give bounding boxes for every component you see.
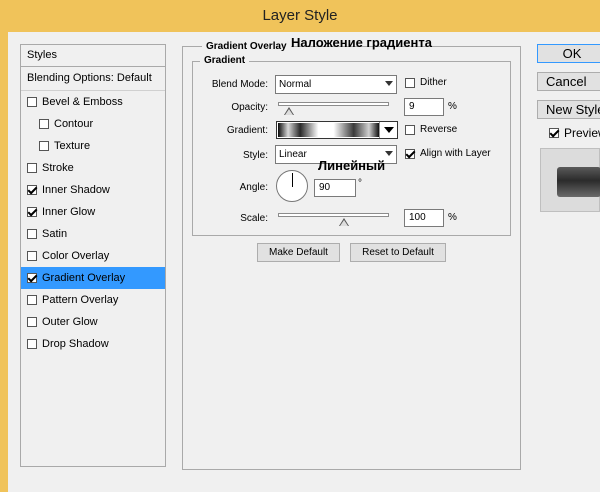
dither-label: Dither <box>420 77 447 88</box>
opacity-percent: % <box>448 101 457 112</box>
style-item-checkbox[interactable] <box>27 251 37 261</box>
scale-slider-thumb[interactable] <box>339 218 350 227</box>
style-item-checkbox[interactable] <box>27 339 37 349</box>
style-item-checkbox[interactable] <box>27 295 37 305</box>
style-item-label: Bevel & Emboss <box>42 96 123 108</box>
preview-checkbox[interactable]: Preview <box>549 126 600 140</box>
gradient-subgroup-title: Gradient <box>200 55 250 66</box>
new-style-button[interactable]: New Style <box>537 100 600 119</box>
annotation-gradient-overlay-ru: Наложение градиента <box>291 35 432 50</box>
angle-degree: ° <box>358 178 362 189</box>
reverse-checkbox[interactable]: Reverse <box>405 124 457 135</box>
gradient-dropdown-button[interactable] <box>379 122 397 138</box>
blend-mode-label: Blend Mode: <box>211 79 268 90</box>
preview-box[interactable] <box>549 128 559 138</box>
scale-slider[interactable] <box>278 213 389 226</box>
style-item-label: Outer Glow <box>42 316 98 328</box>
style-item-stroke[interactable]: Stroke <box>21 157 165 179</box>
style-item-label: Color Overlay <box>42 250 110 262</box>
gradient-preview[interactable] <box>278 123 379 137</box>
opacity-label: Opacity: <box>231 102 268 113</box>
style-item-checkbox[interactable] <box>27 163 37 173</box>
style-item-checkbox[interactable] <box>27 207 37 217</box>
scale-label: Scale: <box>240 213 268 224</box>
style-item-inner-glow[interactable]: Inner Glow <box>21 201 165 223</box>
style-item-outer-glow[interactable]: Outer Glow <box>21 311 165 333</box>
angle-dial[interactable] <box>276 170 308 202</box>
ok-button[interactable]: OK <box>537 44 600 63</box>
style-item-pattern-overlay[interactable]: Pattern Overlay <box>21 289 165 311</box>
align-with-layer-checkbox[interactable]: Align with Layer <box>405 148 491 159</box>
style-item-label: Inner Glow <box>42 206 96 218</box>
style-item-label: Texture <box>54 140 91 152</box>
style-item-label: Satin <box>42 228 68 240</box>
style-item-bevel-emboss[interactable]: Bevel & Emboss <box>21 91 165 113</box>
blending-options-item[interactable]: Blending Options: Default <box>21 67 165 91</box>
style-value: Linear <box>279 149 307 160</box>
scale-percent: % <box>448 212 457 223</box>
style-item-checkbox[interactable] <box>27 185 37 195</box>
styles-panel: Styles Blending Options: Default Bevel &… <box>20 44 166 467</box>
opacity-input[interactable]: 9 <box>404 98 444 116</box>
style-preview <box>540 148 600 212</box>
align-with-layer-label: Align with Layer <box>420 148 491 159</box>
style-label: Style: <box>242 150 268 161</box>
cancel-button[interactable]: Cancel <box>537 72 600 91</box>
make-default-button[interactable]: Make Default <box>257 243 340 262</box>
scale-input[interactable]: 100 <box>404 209 444 227</box>
blend-mode-value: Normal <box>279 79 312 90</box>
style-list: Bevel & Emboss Contour Texture Stroke Inner … <box>21 91 165 355</box>
reverse-box[interactable] <box>405 124 415 135</box>
style-item-label: Contour <box>54 118 94 130</box>
chevron-down-icon <box>385 151 393 156</box>
angle-input[interactable]: 90 <box>314 179 356 197</box>
align-with-layer-box[interactable] <box>405 148 415 159</box>
reverse-label: Reverse <box>420 124 458 135</box>
style-item-contour[interactable]: Contour <box>21 113 165 135</box>
gradient-label: Gradient: <box>226 125 268 136</box>
style-item-label: Pattern Overlay <box>42 294 119 306</box>
style-item-checkbox[interactable] <box>27 97 37 107</box>
style-item-inner-shadow[interactable]: Inner Shadow <box>21 179 165 201</box>
style-item-label: Gradient Overlay <box>42 272 126 284</box>
blend-mode-select[interactable]: Normal <box>275 75 397 94</box>
style-preview-swatch <box>557 167 600 197</box>
style-item-checkbox[interactable] <box>27 317 37 327</box>
styles-header[interactable]: Styles <box>21 45 165 67</box>
gradient-picker[interactable] <box>276 121 398 139</box>
style-item-checkbox[interactable] <box>27 229 37 239</box>
dither-checkbox[interactable]: Dither <box>405 77 447 88</box>
gradient-overlay-title: Gradient Overlay <box>202 41 291 52</box>
style-item-label: Inner Shadow <box>42 184 110 196</box>
preview-label: Preview <box>564 126 600 140</box>
dither-box[interactable] <box>405 77 415 88</box>
style-item-checkbox[interactable] <box>27 273 37 283</box>
angle-label: Angle: <box>239 182 268 193</box>
style-item-gradient-overlay[interactable]: Gradient Overlay <box>21 267 165 289</box>
reset-to-default-button[interactable]: Reset to Default <box>350 243 446 262</box>
style-item-texture[interactable]: Texture <box>21 135 165 157</box>
window-title: Layer Style <box>0 0 600 32</box>
style-item-drop-shadow[interactable]: Drop Shadow <box>21 333 165 355</box>
style-item-label: Stroke <box>42 162 74 174</box>
opacity-slider[interactable] <box>278 102 389 115</box>
chevron-down-icon <box>385 81 393 86</box>
style-item-color-overlay[interactable]: Color Overlay <box>21 245 165 267</box>
style-item-label: Drop Shadow <box>42 338 109 350</box>
style-item-checkbox[interactable] <box>39 119 49 129</box>
style-item-checkbox[interactable] <box>39 141 49 151</box>
annotation-linear-ru: Линейный <box>318 158 386 173</box>
opacity-slider-thumb[interactable] <box>283 107 294 116</box>
style-item-satin[interactable]: Satin <box>21 223 165 245</box>
